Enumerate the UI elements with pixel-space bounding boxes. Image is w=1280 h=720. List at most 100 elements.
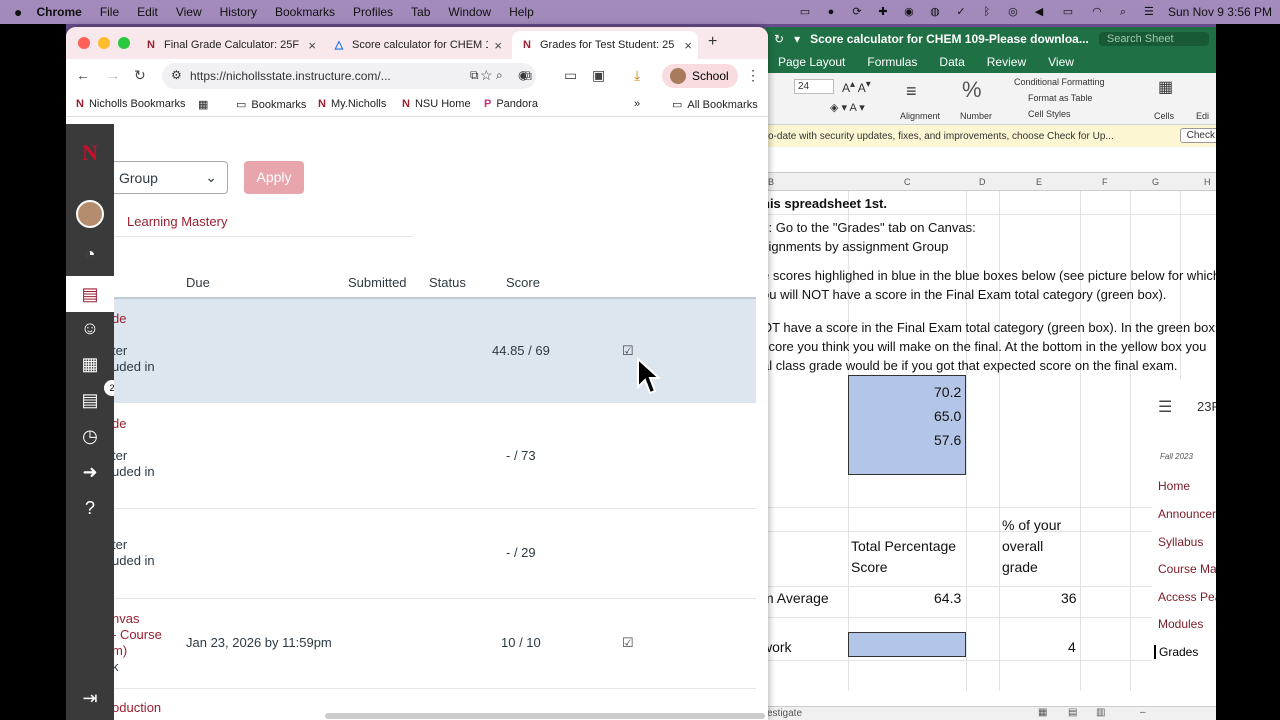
tab-review[interactable]: Review <box>987 55 1026 69</box>
menubar-clock[interactable]: Sun Nov 9 3:56 PM <box>1168 5 1272 19</box>
calendar-icon[interactable]: ▦ <box>76 350 104 378</box>
arrange-by-select[interactable]: Group ⌄ <box>114 161 228 194</box>
site-info-icon[interactable]: ⚙ <box>171 68 182 82</box>
rubric-icon[interactable]: ☑ <box>622 343 634 359</box>
apps-grid-icon[interactable]: ▦ <box>198 98 208 111</box>
url-text[interactable]: https://nichollsstate.instructure.com/..… <box>190 69 391 83</box>
inbox-icon[interactable]: ▤ 2 <box>76 380 120 414</box>
bookmark-nicholls-bookmarks[interactable]: N Nicholls Bookmarks <box>76 98 186 110</box>
cast-icon[interactable]: ▭ <box>564 67 577 84</box>
battery-icon[interactable]: ▭ <box>1058 6 1078 18</box>
col-header-g[interactable]: G <box>1152 177 1159 187</box>
assignment-name-line3[interactable]: m) <box>114 643 127 658</box>
rubric-icon[interactable]: ☑ <box>622 635 634 651</box>
col-header-d[interactable]: D <box>979 177 986 187</box>
wifi-icon[interactable]: ◠ <box>1090 6 1104 18</box>
globe-icon[interactable]: ◍ <box>928 6 942 18</box>
exam-average-weight[interactable]: 36 <box>1061 590 1077 606</box>
nicholls-logo[interactable]: N <box>76 139 104 167</box>
col-header-c[interactable]: C <box>904 177 911 187</box>
new-tab-button[interactable]: + <box>708 33 717 51</box>
tab-page-layout[interactable]: Page Layout <box>778 55 845 69</box>
page-break-view-icon[interactable]: ▥ <box>1096 707 1105 718</box>
tab-grades-test-student[interactable]: N Grades for Test Student: 25F × <box>512 31 698 59</box>
sync-icon[interactable]: ⟳ <box>850 6 864 18</box>
install-app-icon[interactable]: ⧉ <box>470 68 479 83</box>
dropdown-icon[interactable]: ▾ <box>794 32 800 46</box>
volume-icon[interactable]: ◀ <box>1032 6 1046 18</box>
tab-data[interactable]: Data <box>939 55 964 69</box>
collapse-nav-icon[interactable]: ⇥ <box>76 684 104 712</box>
close-tab-icon[interactable]: × <box>684 38 692 53</box>
menu-file[interactable]: File <box>100 5 119 19</box>
gift-icon[interactable]: ✚ <box>876 6 890 18</box>
back-button[interactable]: ← <box>76 67 90 83</box>
spotlight-search-icon[interactable]: ⌕ <box>1116 6 1130 18</box>
bookmark-pandora[interactable]: P Pandora <box>484 98 538 110</box>
tab-view[interactable]: View <box>1048 55 1074 69</box>
zoom-lens-icon[interactable]: ⌕ <box>496 68 503 83</box>
font-grow-icon[interactable]: A▴ A▾ <box>842 79 871 95</box>
control-center-icon[interactable]: ☰ <box>1142 6 1156 18</box>
download-icon[interactable]: ⤓ <box>634 67 640 84</box>
dashboard-icon[interactable]: ◔ <box>76 240 104 268</box>
chrome-menu-icon[interactable]: ⋮ <box>746 67 760 84</box>
assignment-name-line2[interactable]: - Course <box>114 627 162 642</box>
col-header-f[interactable]: F <box>1102 177 1108 187</box>
maximize-window-button[interactable] <box>118 37 130 49</box>
zoom-icon[interactable]: ● <box>824 6 838 18</box>
account-avatar[interactable] <box>76 200 104 228</box>
forward-button[interactable]: → <box>106 67 120 83</box>
tab-final-grade-calculator[interactable]: N Final Grade Calculator: 25F C × <box>136 31 322 59</box>
menu-profiles[interactable]: Profiles <box>353 5 393 19</box>
col-header-h[interactable]: H <box>1204 177 1211 187</box>
fill-color-icon[interactable]: ◈ ▾ A ▾ <box>830 101 865 114</box>
close-window-button[interactable] <box>78 37 90 49</box>
blue-value-2[interactable]: 65.0 <box>934 408 961 424</box>
screenshot-icon[interactable]: ▣ <box>592 67 605 84</box>
tab-score-calculator[interactable]: △ Score calculator for CHEM 10 × <box>324 31 508 59</box>
courses-icon[interactable]: ▤ <box>66 276 114 312</box>
extensions-icon[interactable]: ⧉ <box>522 67 532 84</box>
assignment-name[interactable]: de <box>114 311 126 326</box>
cells-icon[interactable]: ▦ <box>1158 77 1173 97</box>
studio-icon[interactable]: ➜ <box>76 458 104 486</box>
assignment-name[interactable]: de <box>114 416 126 431</box>
bookmark-folder-bookmarks[interactable]: ▭ Bookmarks <box>236 98 306 112</box>
bookmark-nsu-home[interactable]: N NSU Home <box>402 98 471 110</box>
blue-value-3[interactable]: 57.6 <box>934 432 961 448</box>
menu-edit[interactable]: Edit <box>137 5 158 19</box>
check-icon[interactable]: ✓ <box>954 6 968 18</box>
help-icon[interactable]: ? <box>76 494 104 522</box>
history-icon[interactable]: ◷ <box>76 422 104 450</box>
menu-app-chrome[interactable]: Chrome <box>36 5 81 19</box>
close-tab-icon[interactable]: × <box>308 38 316 53</box>
bookmark-star-icon[interactable]: ☆ <box>480 67 493 84</box>
exam-average-score[interactable]: 64.3 <box>934 590 961 606</box>
all-bookmarks-button[interactable]: ▭ All Bookmarks <box>672 98 758 112</box>
profile-button[interactable]: School <box>662 64 738 88</box>
horizontal-scrollbar[interactable] <box>325 713 765 719</box>
spreadsheet-grid[interactable]: his spreadsheet 1st. s: Go to the "Grade… <box>766 191 1216 701</box>
apple-menu-icon[interactable]: ● <box>14 4 22 20</box>
assignment-name[interactable]: oduction <box>114 700 161 715</box>
screen-mirror-icon[interactable]: ▭ <box>798 6 812 18</box>
col-header-e[interactable]: E <box>1036 177 1042 187</box>
airdrop-icon[interactable]: ◎ <box>1006 6 1020 18</box>
close-tab-icon[interactable]: × <box>494 38 502 53</box>
page-layout-view-icon[interactable]: ▤ <box>1068 707 1077 718</box>
assignment-name[interactable]: nvas <box>114 611 139 626</box>
alignment-icon[interactable]: ≡ <box>906 81 917 102</box>
menu-history[interactable]: History <box>220 5 257 19</box>
menu-window[interactable]: Window <box>448 5 491 19</box>
learning-mastery-tab[interactable]: Learning Mastery <box>127 214 227 229</box>
cell-styles-button[interactable]: Cell Styles <box>1028 109 1071 119</box>
menu-help[interactable]: Help <box>509 5 534 19</box>
refresh-icon[interactable]: ↻ <box>774 32 784 46</box>
percent-icon[interactable]: % <box>962 77 982 103</box>
groups-icon[interactable]: ☺ <box>76 314 104 342</box>
apply-button[interactable]: Apply <box>244 161 304 194</box>
font-size-select[interactable]: 24 <box>794 79 834 94</box>
check-updates-button[interactable]: Check <box>1179 128 1216 143</box>
capture-icon[interactable]: ◉ <box>902 6 916 18</box>
